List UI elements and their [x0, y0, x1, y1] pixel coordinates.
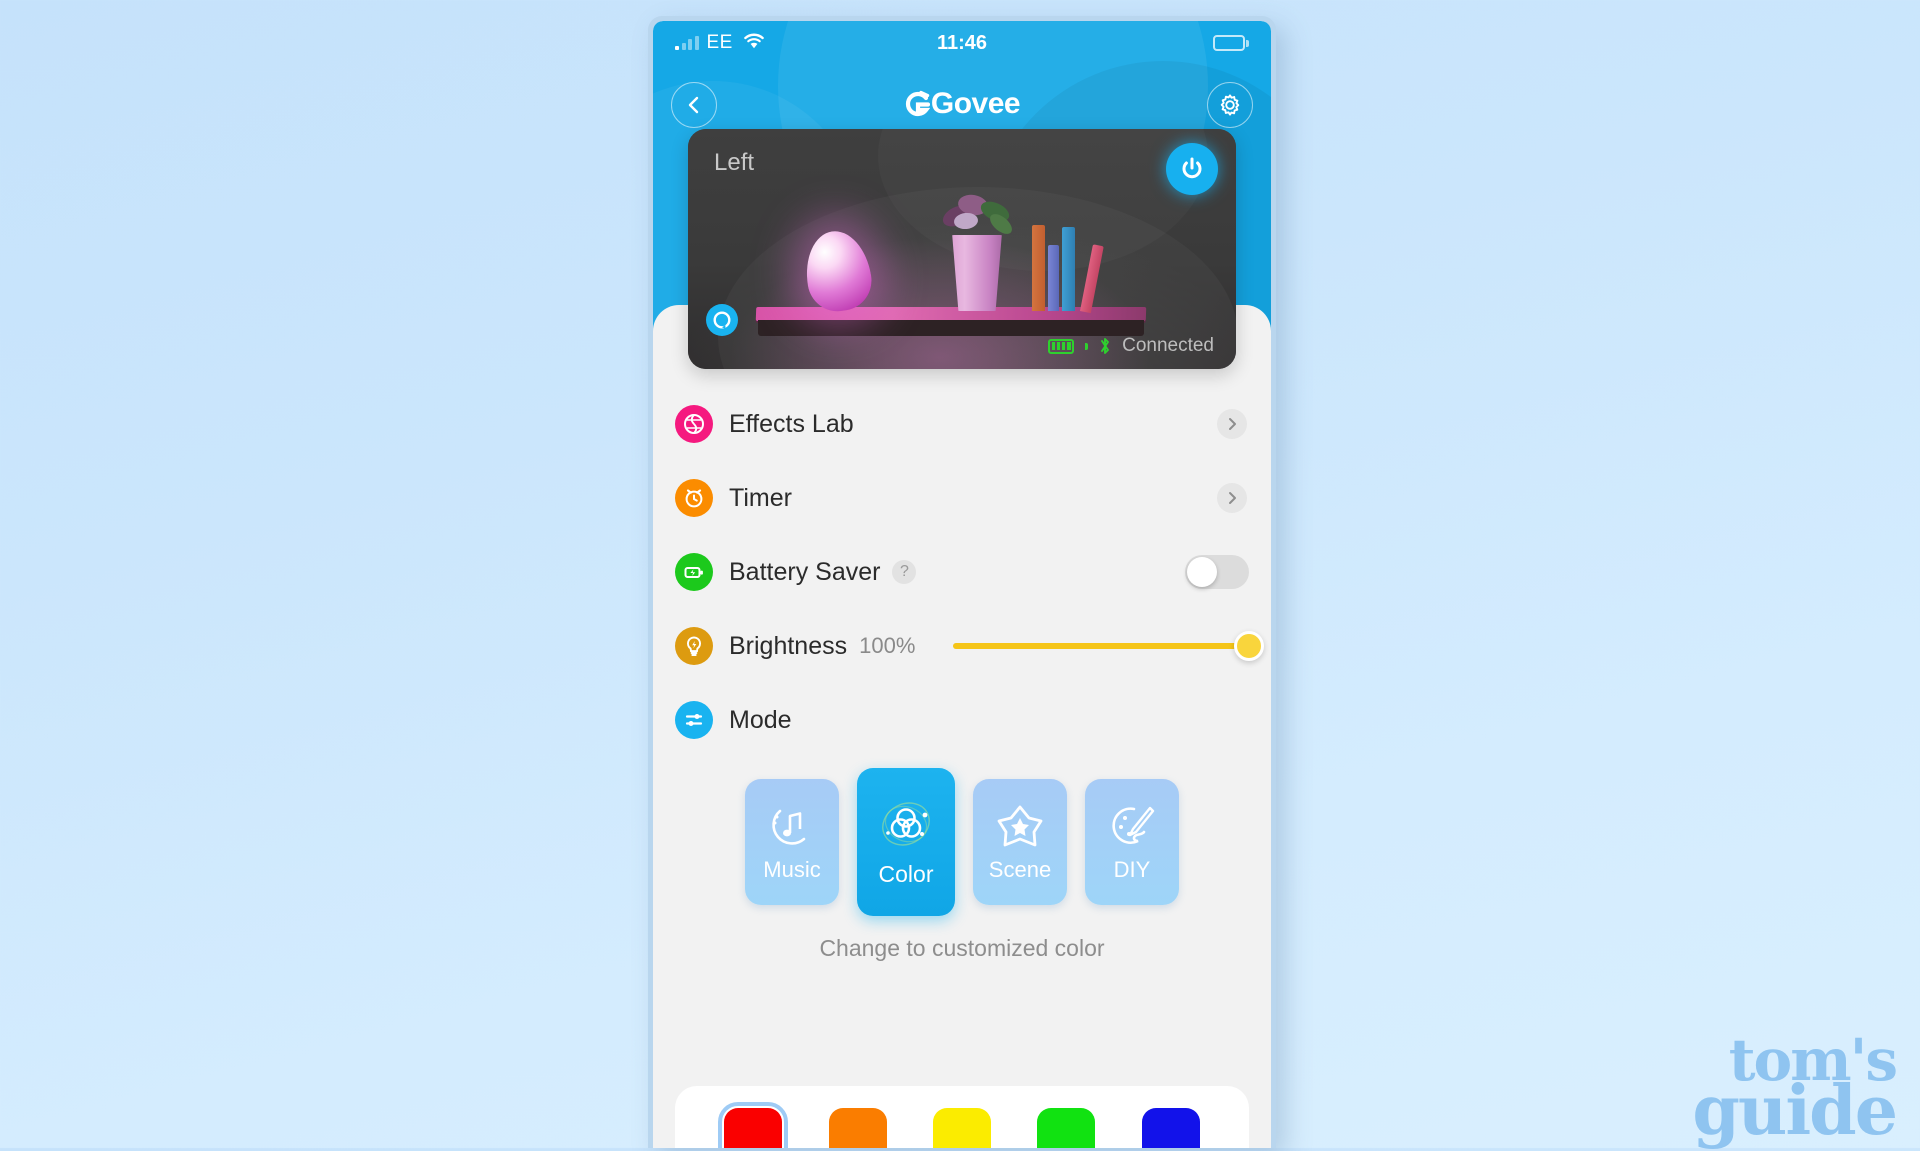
app-navigation-bar: Govee	[653, 73, 1271, 137]
row-battery-saver[interactable]: Battery Saver ?	[653, 535, 1271, 609]
brightness-slider[interactable]	[953, 629, 1264, 663]
chevron-right-icon	[1229, 492, 1236, 504]
battery-saver-toggle[interactable]	[1185, 555, 1249, 589]
color-swatch-blue[interactable]	[1141, 1108, 1200, 1148]
wifi-icon	[743, 32, 765, 55]
color-swatch-panel	[675, 1086, 1249, 1148]
egg-lamp	[800, 226, 876, 316]
brightness-bulb-icon	[675, 627, 713, 665]
govee-g-mark	[905, 90, 930, 116]
status-bar: EE 11:46	[653, 21, 1271, 65]
slider-track[interactable]	[953, 631, 1264, 661]
battery-full-icon	[1048, 338, 1075, 354]
book	[1048, 245, 1059, 311]
device-product-illustration	[688, 129, 1236, 369]
toms-guide-watermark: tom's guide	[1692, 1031, 1898, 1151]
phone-frame: EE 11:46 Govee Left Connected Effects La…	[648, 16, 1276, 1148]
slider-thumb[interactable]	[1234, 631, 1264, 661]
chevron-right-icon	[1229, 418, 1236, 430]
row-label: Mode	[729, 705, 792, 734]
back-button[interactable]	[671, 82, 717, 128]
music-note-icon	[772, 809, 806, 845]
cellular-signal-icon	[675, 36, 699, 50]
battery-icon	[1212, 35, 1249, 51]
status-bar-left: EE	[675, 32, 765, 55]
toggle-knob	[1187, 557, 1217, 587]
color-swatch-red[interactable]	[718, 1102, 789, 1148]
row-effects-lab[interactable]: Effects Lab	[653, 387, 1271, 461]
color-circles-icon	[882, 801, 930, 846]
helper-text: Change to customized color	[819, 935, 1105, 961]
power-button-icon	[1182, 157, 1202, 179]
connection-status-label: Connected	[1122, 335, 1214, 356]
alarm-clock-icon	[675, 479, 713, 517]
mode-sliders-icon	[675, 701, 713, 739]
effects-lab-chevron[interactable]	[1217, 409, 1247, 439]
book	[1062, 227, 1075, 311]
row-label: Brightness	[729, 631, 848, 660]
mode-tile-color[interactable]: Color	[857, 768, 955, 916]
row-label: Effects Lab	[729, 409, 854, 438]
brightness-value: 100%	[859, 633, 916, 658]
book	[1032, 225, 1045, 311]
govee-logo: Govee	[904, 86, 1021, 121]
power-toggle-button[interactable]	[1166, 143, 1218, 195]
mode-tile-scene[interactable]: Scene	[973, 779, 1067, 905]
settings-list: Effects Lab Timer Battery Saver ? Bright…	[653, 387, 1271, 1148]
shelf-front	[758, 320, 1144, 336]
battery-cap	[1085, 342, 1089, 350]
row-label: Timer	[729, 483, 792, 512]
device-card[interactable]: Left Connected	[688, 129, 1236, 369]
mode-tile-music[interactable]: Music	[745, 779, 839, 905]
alexa-icon	[706, 304, 738, 336]
bluetooth-icon	[1101, 338, 1110, 354]
row-timer[interactable]: Timer	[653, 461, 1271, 535]
color-swatch-green[interactable]	[1037, 1108, 1096, 1148]
timer-chevron[interactable]	[1217, 483, 1247, 513]
plant-pot	[952, 235, 1002, 311]
carrier-label: EE	[706, 32, 733, 53]
battery-saver-help-icon[interactable]: ?	[892, 560, 917, 584]
color-swatch-yellow[interactable]	[932, 1108, 991, 1148]
device-connection-status: Connected	[1048, 335, 1214, 357]
device-name: Left	[714, 149, 755, 176]
slider-fill	[953, 643, 1249, 649]
star-scene-icon	[997, 805, 1043, 847]
row-brightness[interactable]: Brightness 100%	[653, 609, 1271, 683]
paintbrush-palette-icon	[1112, 806, 1155, 844]
page-title: Govee	[653, 87, 1271, 124]
govee-wordmark: Govee	[930, 86, 1021, 120]
mode-label: Color	[878, 860, 934, 887]
mode-selector: Music Color Scene DIY	[653, 767, 1271, 917]
color-swatch-orange[interactable]	[828, 1108, 887, 1148]
chevron-left-icon	[688, 96, 699, 114]
row-label: Battery Saver	[729, 557, 881, 586]
mode-label: Music	[763, 857, 821, 882]
effects-lab-globe-icon	[675, 405, 713, 443]
row-mode: Mode	[653, 683, 1271, 757]
plant-leaves	[936, 191, 1022, 243]
settings-button[interactable]	[1207, 82, 1253, 128]
mode-label: DIY	[1113, 857, 1151, 882]
phone-screen: EE 11:46 Govee Left Connected Effects La…	[653, 21, 1271, 1148]
mode-label: Scene	[988, 857, 1052, 882]
book	[1080, 244, 1104, 314]
gear-icon	[1220, 94, 1240, 116]
battery-charging-icon	[675, 553, 713, 591]
watermark-line-2: guide	[1692, 1071, 1898, 1151]
mode-tile-diy[interactable]: DIY	[1085, 779, 1179, 905]
